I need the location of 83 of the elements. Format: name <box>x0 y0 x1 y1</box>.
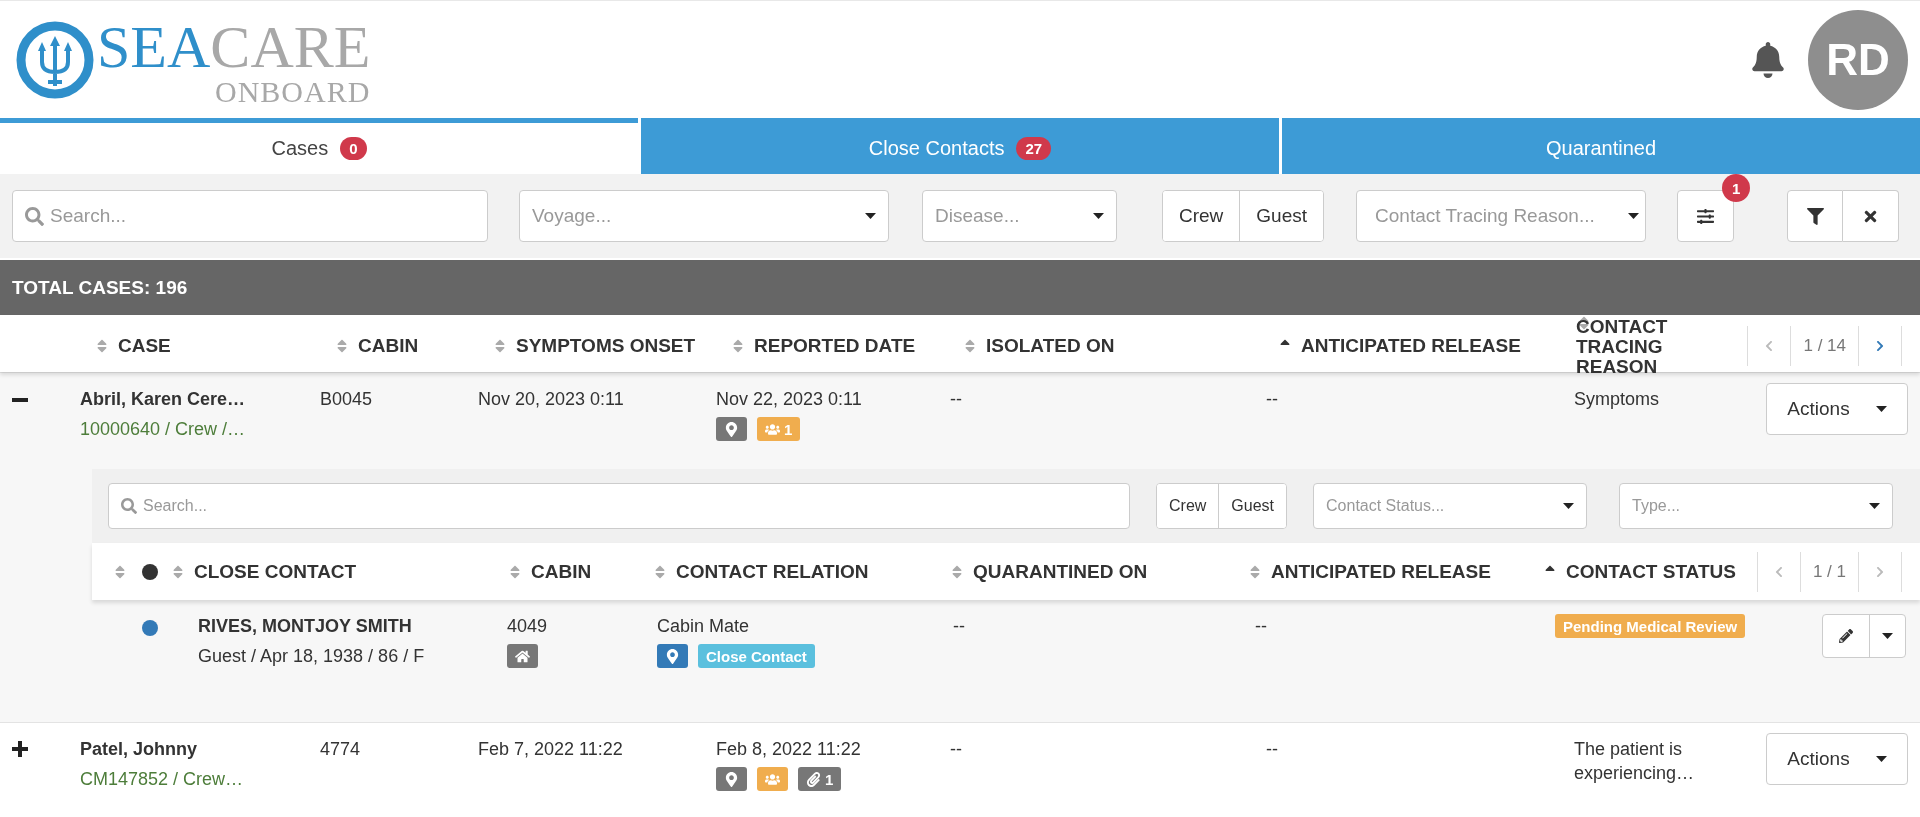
page-indicator: 1 / 14 <box>1790 326 1859 366</box>
cabin-number: B0045 <box>320 388 374 411</box>
notification-badge: 1 <box>1722 174 1751 202</box>
attachment-badge: 1 <box>798 767 842 791</box>
clear-filters-button[interactable] <box>1843 190 1900 242</box>
minus-icon <box>12 398 28 402</box>
contact-tracing-reason: The patient is experiencing… <box>1574 738 1696 785</box>
people-icon <box>765 771 780 787</box>
cabin-number: 4049 <box>507 615 549 638</box>
house-icon <box>515 648 530 664</box>
column-header[interactable]: CABIN <box>531 561 592 582</box>
map-pin-icon <box>724 421 739 437</box>
pencil-icon <box>1839 629 1853 643</box>
caret-icon <box>1563 503 1575 509</box>
chevron-right-icon <box>1874 340 1886 352</box>
caret-icon <box>1875 406 1887 412</box>
actions-button[interactable]: Actions <box>1766 383 1908 435</box>
column-header[interactable]: CABIN <box>358 336 419 356</box>
symptoms-onset-date: Feb 7, 2022 11:22 <box>478 738 624 761</box>
caret-icon <box>1628 213 1640 219</box>
count-badge: 27 <box>1016 137 1052 160</box>
caret-icon <box>1869 503 1881 509</box>
cabin-number: 4774 <box>320 738 362 761</box>
reported-date: Nov 22, 2023 0:11 <box>716 388 863 411</box>
case-details: 10000640 / Crew /… <box>80 418 247 441</box>
release-date: -- <box>1266 738 1279 761</box>
column-header[interactable]: ISOLATED ON <box>986 336 1115 356</box>
brand-subtitle: ONBOARD <box>215 76 371 107</box>
release-date: -- <box>1255 615 1268 638</box>
notifications-icon[interactable] <box>1750 41 1786 78</box>
contact-status-label: Pending Medical Review <box>1555 614 1746 638</box>
contact-relation: Cabin Mate <box>657 615 751 638</box>
isolated-date: -- <box>950 738 963 761</box>
plus-icon <box>12 741 28 757</box>
paperclip-icon <box>806 771 821 787</box>
brand-name: CARE <box>210 16 371 77</box>
reported-date: Feb 8, 2022 11:22 <box>716 738 862 761</box>
map-pin-icon <box>724 771 739 787</box>
total-cases-bar: TOTAL CASES: 196 <box>0 260 1920 315</box>
map-pin-icon <box>665 648 680 664</box>
column-header[interactable]: CONTACT STATUS <box>1566 561 1736 582</box>
brand-name: SEA <box>97 16 211 77</box>
group-badge: 1 <box>757 417 801 441</box>
search-icon <box>25 206 44 226</box>
page-indicator: 1 / 1 <box>1799 551 1859 592</box>
caret-icon <box>1875 756 1887 762</box>
column-header[interactable]: ANTICIPATED RELEASE <box>1301 336 1521 356</box>
actions-button[interactable]: Actions <box>1766 733 1908 785</box>
caret-icon <box>1093 213 1104 219</box>
person-type-toggle[interactable]: Guest <box>1239 191 1324 241</box>
people-icon <box>765 421 780 437</box>
contact-type-label: Close Contact <box>698 644 815 668</box>
caret-icon <box>1882 633 1893 639</box>
column-header[interactable]: QUARANTINED ON <box>973 561 1148 582</box>
person-type-toggle[interactable]: Guest <box>1218 484 1287 528</box>
quarantined-date: -- <box>953 615 966 638</box>
isolated-date: -- <box>950 388 963 411</box>
case-details: CM147852 / Crew… <box>80 768 245 791</box>
count-badge: 0 <box>340 137 367 160</box>
tab[interactable]: Close Contacts 27 <box>641 118 1279 174</box>
status-dot-icon <box>142 563 158 580</box>
case-name[interactable]: Abril, Karen Cere… <box>80 387 320 411</box>
column-header[interactable]: ANTICIPATED RELEASE <box>1271 561 1491 582</box>
contact-tracing-reason: Symptoms <box>1574 388 1661 411</box>
search-icon <box>121 498 137 514</box>
column-header[interactable]: CONTACT TRACING REASON <box>1576 317 1686 377</box>
filter-button[interactable] <box>1787 190 1844 242</box>
release-date: -- <box>1266 388 1279 411</box>
column-header[interactable]: REPORTED DATE <box>754 336 916 356</box>
trident-logo-icon <box>15 19 95 100</box>
case-name[interactable]: Patel, Johnny <box>80 737 320 761</box>
contact-name: RIVES, MONTJOY SMITH <box>198 615 413 638</box>
column-header[interactable]: SYMPTOMS ONSET <box>516 336 696 356</box>
column-header[interactable]: CONTACT RELATION <box>676 561 869 582</box>
symptoms-onset-date: Nov 20, 2023 0:11 <box>478 388 625 411</box>
contact-details: Guest / Apr 18, 1938 / 86 / F <box>198 645 426 668</box>
caret-icon <box>865 213 876 219</box>
sliders-icon <box>1697 207 1715 225</box>
settings-button[interactable] <box>1677 190 1735 242</box>
column-header[interactable]: CLOSE CONTACT <box>194 561 357 582</box>
chevron-right-icon <box>1874 565 1886 578</box>
column-header[interactable]: CASE <box>118 336 171 356</box>
filter-icon <box>1806 207 1824 225</box>
